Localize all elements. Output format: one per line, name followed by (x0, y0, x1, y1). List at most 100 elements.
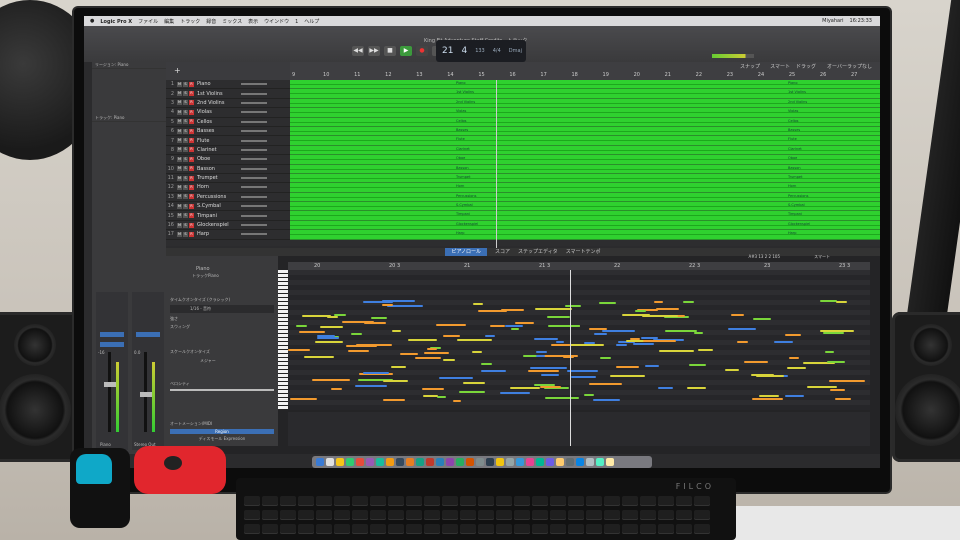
record-enable-button[interactable]: R (189, 156, 194, 162)
menu-item[interactable]: 1 (295, 19, 298, 25)
mute-button[interactable]: M (177, 147, 182, 153)
midi-note[interactable] (462, 381, 485, 384)
track-name[interactable]: Trumpet (197, 175, 241, 181)
track-name[interactable]: Oboe (197, 156, 241, 162)
midi-note[interactable] (473, 302, 483, 305)
mute-button[interactable]: M (177, 81, 182, 87)
note-grid[interactable] (288, 270, 870, 410)
mute-button[interactable]: M (177, 128, 182, 134)
record-enable-button[interactable]: R (189, 138, 194, 144)
midi-note[interactable] (693, 331, 703, 334)
mute-button[interactable]: M (177, 184, 182, 190)
dock-app-icon[interactable] (596, 458, 604, 466)
midi-note[interactable] (481, 370, 507, 373)
track-header[interactable]: 17 M S R Harp (166, 230, 290, 240)
record-enable-button[interactable]: R (189, 203, 194, 209)
dock-app-icon[interactable] (466, 458, 474, 466)
mute-button[interactable]: M (177, 203, 182, 209)
track-volume-slider[interactable] (241, 214, 267, 217)
midi-note[interactable] (755, 374, 785, 377)
track-volume-slider[interactable] (241, 83, 267, 86)
track-header[interactable]: 14 M S R S.Cymbal (166, 202, 290, 212)
dock-app-icon[interactable] (326, 458, 334, 466)
midi-note[interactable] (442, 335, 461, 338)
midi-note[interactable] (534, 307, 572, 310)
midi-note[interactable] (421, 388, 444, 391)
track-header[interactable]: 11 M S R Trumpet (166, 174, 290, 184)
track-name[interactable]: Percussions (197, 194, 241, 200)
midi-note[interactable] (752, 398, 783, 401)
solo-button[interactable]: S (183, 213, 188, 219)
editor-playhead[interactable] (570, 270, 571, 446)
midi-note[interactable] (295, 324, 308, 327)
dock-app-icon[interactable] (476, 458, 484, 466)
midi-note[interactable] (689, 363, 706, 366)
solo-button[interactable]: S (183, 91, 188, 97)
dock-app-icon[interactable] (606, 458, 614, 466)
dock-app-icon[interactable] (346, 458, 354, 466)
solo-button[interactable]: S (183, 147, 188, 153)
midi-note[interactable] (347, 349, 369, 352)
play-button[interactable]: ▶ (400, 46, 412, 56)
track-volume-slider[interactable] (241, 101, 267, 104)
midi-region[interactable]: Basson Basson (290, 164, 880, 174)
record-button[interactable]: ● (416, 46, 428, 56)
track-volume-slider[interactable] (241, 233, 267, 236)
midi-note[interactable] (298, 330, 326, 333)
dock-app-icon[interactable] (506, 458, 514, 466)
track-name[interactable]: 1st Violins (197, 91, 241, 97)
midi-note[interactable] (616, 344, 627, 347)
midi-region[interactable]: Violas Violas (290, 108, 880, 118)
dock-app-icon[interactable] (526, 458, 534, 466)
midi-note[interactable] (489, 325, 506, 328)
midi-note[interactable] (510, 387, 540, 390)
midi-note[interactable] (564, 305, 582, 308)
midi-note[interactable] (312, 378, 350, 381)
midi-note[interactable] (830, 389, 846, 392)
record-enable-button[interactable]: R (189, 166, 194, 172)
solo-button[interactable]: S (183, 81, 188, 87)
midi-note[interactable] (658, 349, 694, 352)
track-inspector-header[interactable]: トラック: Piano (92, 115, 166, 122)
midi-note[interactable] (354, 384, 388, 387)
midi-note[interactable] (786, 367, 806, 370)
midi-note[interactable] (826, 360, 845, 363)
setting-button[interactable] (100, 332, 124, 337)
quantize-select[interactable]: 1/16 - 音符 (170, 305, 274, 313)
record-enable-button[interactable]: R (189, 222, 194, 228)
dock-app-icon[interactable] (416, 458, 424, 466)
midi-note[interactable] (316, 335, 335, 338)
midi-note[interactable] (822, 332, 845, 335)
record-enable-button[interactable]: R (189, 184, 194, 190)
midi-note[interactable] (548, 325, 580, 328)
track-volume-slider[interactable] (241, 195, 267, 198)
track-name[interactable]: Cellos (197, 119, 241, 125)
midi-note[interactable] (744, 361, 769, 364)
record-enable-button[interactable]: R (189, 194, 194, 200)
midi-note[interactable] (481, 363, 492, 366)
playhead[interactable] (496, 80, 497, 248)
dock-app-icon[interactable] (366, 458, 374, 466)
track-name[interactable]: Glockenspiel (197, 222, 241, 228)
midi-note[interactable] (788, 356, 800, 359)
midi-region[interactable]: 2nd Violins 2nd Violins (290, 98, 880, 109)
volume-fader-cap[interactable] (104, 382, 116, 387)
solo-button[interactable]: S (183, 231, 188, 237)
midi-note[interactable] (724, 369, 739, 372)
midi-region[interactable]: S.Cymbal S.Cymbal (290, 202, 880, 212)
track-header[interactable]: 2 M S R 1st Violins (166, 89, 290, 99)
midi-note[interactable] (825, 351, 835, 354)
solo-button[interactable]: S (183, 138, 188, 144)
track-name[interactable]: Violas (197, 109, 241, 115)
record-enable-button[interactable]: R (189, 231, 194, 237)
editor-snap-value[interactable]: スマート (814, 254, 830, 260)
midi-note[interactable] (835, 398, 852, 401)
track-volume-slider[interactable] (241, 205, 267, 208)
menu-item[interactable]: 編集 (164, 19, 174, 25)
midi-note[interactable] (616, 366, 640, 369)
menu-item[interactable]: 録音 (206, 19, 216, 25)
record-enable-button[interactable]: R (189, 119, 194, 125)
track-name[interactable]: S.Cymbal (197, 203, 241, 209)
snap-value[interactable]: スマート (770, 63, 790, 70)
record-enable-button[interactable]: R (189, 91, 194, 97)
